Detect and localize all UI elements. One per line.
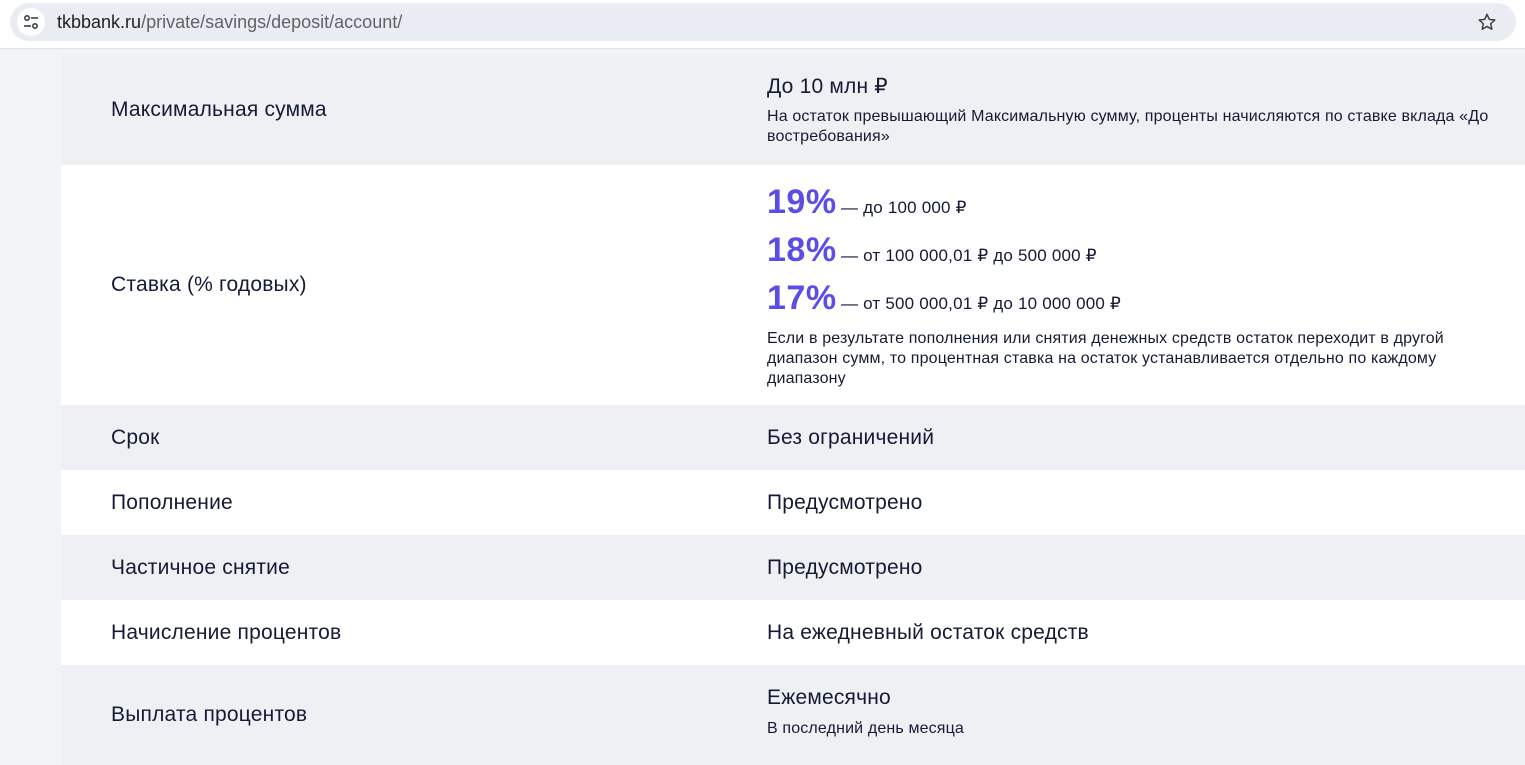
rate-value-cell: 19% — до 100 000 ₽ 18% — от 100 000,01 ₽… (767, 165, 1525, 405)
partial-withdrawal-value: Предусмотрено (767, 555, 923, 579)
max-amount-value: До 10 млн ₽ (767, 75, 888, 98)
url-path: /private/savings/deposit/account/ (141, 12, 403, 32)
term-label: Срок (111, 425, 160, 449)
max-amount-note: На остаток превышающий Максимальную сумм… (767, 108, 1489, 145)
page-content: Максимальная сумма До 10 млн ₽ На остато… (0, 49, 1525, 765)
interest-accrual-label: Начисление процентов (111, 620, 342, 644)
rate-tier: 18% — от 100 000,01 ₽ до 500 000 ₽ (767, 231, 1495, 279)
rate-note: Если в результате пополнения или снятия … (767, 330, 1444, 387)
terms-row-max-amount: Максимальная сумма До 10 млн ₽ На остато… (61, 54, 1525, 165)
url-text[interactable]: tkbbank.ru/private/savings/deposit/accou… (57, 12, 402, 32)
top-up-value: Предусмотрено (767, 490, 923, 514)
rate-tier: 17% — от 500 000,01 ₽ до 10 000 000 ₽ (767, 279, 1495, 327)
terms-row-term: Срок Без ограничений (61, 405, 1525, 470)
interest-payout-note: В последний день месяца (767, 720, 964, 737)
rate-tier-percent: 17% (767, 279, 837, 317)
rate-tier-percent: 18% (767, 231, 837, 269)
term-value-cell: Без ограничений (767, 425, 1525, 451)
terms-row-partial-withdrawal: Частичное снятие Предусмотрено (61, 535, 1525, 600)
partial-withdrawal-label: Частичное снятие (111, 555, 290, 579)
rate-tier-percent: 19% (767, 183, 837, 221)
url-domain: tkbbank.ru (57, 12, 142, 32)
rate-tier-range: — до 100 000 ₽ (841, 198, 967, 217)
terms-row-interest-payout: Выплата процентов Ежемесячно В последний… (61, 665, 1525, 765)
rate-tier-range: — от 500 000,01 ₽ до 10 000 000 ₽ (841, 294, 1121, 313)
max-amount-label: Максимальная сумма (111, 97, 327, 121)
top-up-label: Пополнение (111, 490, 233, 514)
rate-label: Ставка (% годовых) (111, 273, 307, 296)
rate-tier: 19% — до 100 000 ₽ (767, 183, 1495, 231)
max-amount-value-cell: До 10 млн ₽ На остаток превышающий Макси… (767, 54, 1525, 165)
browser-toolbar: tkbbank.ru/private/savings/deposit/accou… (0, 0, 1525, 49)
interest-payout-label: Выплата процентов (111, 703, 308, 726)
term-value: Без ограничений (767, 425, 935, 449)
terms-row-top-up: Пополнение Предусмотрено (61, 470, 1525, 535)
interest-payout-value-cell: Ежемесячно В последний день месяца (767, 665, 1525, 765)
terms-row-interest-accrual: Начисление процентов На ежедневный остат… (61, 600, 1525, 665)
interest-payout-value: Ежемесячно (767, 686, 891, 709)
interest-accrual-value-cell: На ежедневный остаток средств (767, 620, 1525, 646)
partial-withdrawal-value-cell: Предусмотрено (767, 555, 1525, 581)
terms-row-rate: Ставка (% годовых) 19% — до 100 000 ₽ 18… (61, 165, 1525, 405)
interest-accrual-value: На ежедневный остаток средств (767, 620, 1089, 644)
rate-tier-range: — от 100 000,01 ₽ до 500 000 ₽ (841, 246, 1097, 265)
site-info-icon[interactable] (17, 8, 45, 36)
top-up-value-cell: Предусмотрено (767, 490, 1525, 516)
deposit-terms-table: Максимальная сумма До 10 млн ₽ На остато… (61, 54, 1525, 765)
address-bar[interactable]: tkbbank.ru/private/savings/deposit/accou… (10, 3, 1516, 41)
bookmark-star-icon[interactable] (1476, 11, 1498, 33)
